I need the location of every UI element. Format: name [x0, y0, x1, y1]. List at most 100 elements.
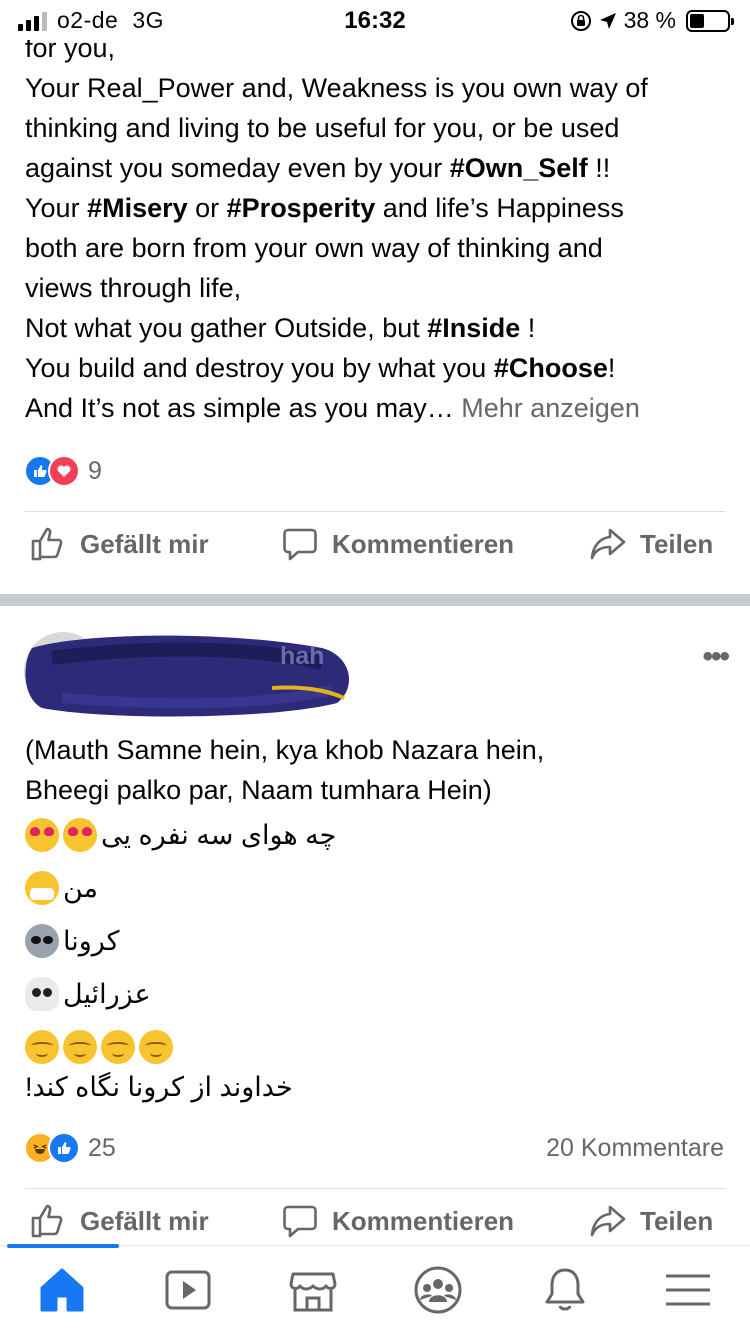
text-segment: Not what you gather Outside, but: [25, 313, 428, 343]
video-icon: [165, 1270, 211, 1310]
text-segment: You build and destroy you by what you: [25, 353, 494, 383]
share-button[interactable]: Teilen: [588, 1201, 713, 1241]
relieved-face-emoji-icon: [25, 1030, 59, 1064]
author-name-fragment: hah: [280, 642, 324, 670]
post2-persian-line: کرونا: [25, 924, 120, 958]
active-tab-indicator: [7, 1244, 119, 1248]
comment-button[interactable]: Kommentieren: [280, 1201, 514, 1241]
share-icon: [590, 528, 626, 560]
relieved-face-emoji-icon: [101, 1030, 135, 1064]
text-segment: Your: [25, 193, 88, 223]
face-mask-emoji-icon: [25, 871, 59, 905]
reaction-count: 9: [88, 456, 102, 485]
hashtag-inside[interactable]: #Inside: [427, 313, 520, 343]
like-label: Gefällt mir: [80, 1205, 209, 1236]
hashtag-choose[interactable]: #Choose: [494, 353, 608, 383]
hashtag-misery[interactable]: #Misery: [87, 193, 188, 223]
post2-persian-line: چه هوای سه نفره یی: [25, 818, 336, 852]
comment-icon: [283, 1205, 317, 1238]
persian-text: کرونا: [63, 925, 120, 956]
text-segment: !: [520, 313, 536, 343]
bell-icon: [545, 1268, 585, 1311]
persian-text: عزرائیل: [63, 978, 151, 1009]
status-bar: o2-de 3G 16:32 38 %: [0, 0, 750, 40]
post1-line: Not what you gather Outside, but #Inside…: [25, 308, 725, 348]
post1-text: for you, Your Real_Power and, Weakness i…: [25, 28, 725, 428]
like-button[interactable]: Gefällt mir: [28, 1201, 209, 1241]
divider: [25, 1188, 725, 1189]
post1-line: You build and destroy you by what you #C…: [25, 348, 725, 388]
status-right: 38 %: [570, 7, 734, 34]
hashtag-own-self[interactable]: #Own_Self: [450, 153, 588, 183]
text-segment: and life’s Happiness: [375, 193, 624, 223]
hashtag-prosperity[interactable]: #Prosperity: [227, 193, 376, 223]
groups-icon: [414, 1266, 462, 1314]
comment-icon: [283, 528, 317, 561]
thumbs-up-icon: [31, 1204, 63, 1238]
rotation-lock-icon: [570, 10, 591, 31]
post2-reactions[interactable]: 25: [24, 1132, 116, 1164]
comment-label: Kommentieren: [332, 1205, 515, 1236]
bottom-nav: [0, 1244, 750, 1334]
battery-percent: 38 %: [623, 7, 676, 33]
text-segment: And It’s not as simple as you may…: [25, 393, 454, 423]
love-reaction-icon: [48, 455, 80, 487]
menu-icon: [666, 1274, 710, 1306]
post1-line: thinking and living to be useful for you…: [25, 113, 620, 143]
comment-label: Kommentieren: [332, 528, 515, 559]
feed-separator: [0, 594, 750, 606]
skull-emoji-icon: [25, 977, 59, 1011]
comment-button[interactable]: Kommentieren: [280, 524, 514, 564]
like-reaction-icon: [48, 1132, 80, 1164]
like-label: Gefällt mir: [80, 528, 209, 559]
nav-groups[interactable]: [408, 1264, 468, 1316]
location-arrow-icon: [599, 12, 616, 29]
text-segment: or: [187, 193, 227, 223]
post1-line: And It’s not as simple as you may… Mehr …: [25, 388, 725, 428]
post1-line: Your Real_Power and, Weakness is you own…: [25, 73, 648, 103]
text-segment: !: [607, 353, 616, 383]
heart-eyes-emoji-icon: [25, 818, 59, 852]
marketplace-icon: [289, 1272, 337, 1312]
post1-actions: Gefällt mir Kommentieren Teilen: [0, 524, 750, 584]
post1-line: both are born from your own way of think…: [25, 233, 603, 263]
post2-emoji-line: [25, 1030, 177, 1064]
home-icon: [40, 1268, 84, 1312]
redaction-scribble: hah: [25, 635, 349, 717]
persian-text: من: [63, 872, 99, 903]
nav-menu[interactable]: [658, 1264, 718, 1316]
post1-reactions[interactable]: 9: [24, 455, 102, 487]
persian-text: خداوند از کرونا نگاه کند!: [25, 1072, 293, 1102]
battery-icon: [686, 9, 734, 32]
share-icon: [590, 1205, 626, 1237]
relieved-face-emoji-icon: [63, 1030, 97, 1064]
post2-line: Bheegi palko par, Naam tumhara Hein): [25, 775, 492, 805]
like-button[interactable]: Gefällt mir: [28, 524, 209, 564]
persian-text: چه هوای سه نفره یی: [101, 819, 337, 850]
alien-emoji-icon: [25, 924, 59, 958]
relieved-face-emoji-icon: [139, 1030, 173, 1064]
post2-persian-line: عزرائیل: [25, 977, 151, 1011]
nav-home[interactable]: [32, 1264, 92, 1316]
nav-video[interactable]: [158, 1264, 218, 1316]
post1-line: views through life,: [25, 273, 242, 303]
heart-eyes-emoji-icon: [63, 818, 97, 852]
share-button[interactable]: Teilen: [588, 524, 713, 564]
post2-persian-line: من: [25, 871, 98, 905]
post1-line: Your #Misery or #Prosperity and life’s H…: [25, 188, 725, 228]
text-segment: against you someday even by your: [25, 153, 450, 183]
post2-line: (Mauth Samne hein, kya khob Nazara hein,: [25, 735, 545, 765]
more-options-button[interactable]: •••: [702, 640, 729, 674]
reaction-count: 25: [88, 1133, 116, 1162]
text-segment: !!: [587, 153, 611, 183]
divider: [25, 511, 725, 512]
post1-line: against you someday even by your #Own_Se…: [25, 148, 725, 188]
post2-text: (Mauth Samne hein, kya khob Nazara hein,…: [25, 730, 725, 810]
thumbs-up-icon: [31, 527, 63, 561]
nav-notifications[interactable]: [535, 1264, 595, 1316]
nav-marketplace[interactable]: [283, 1264, 343, 1316]
comment-count-link[interactable]: 20 Kommentare: [546, 1134, 724, 1163]
share-label: Teilen: [640, 1205, 714, 1236]
share-label: Teilen: [640, 528, 714, 559]
see-more-link[interactable]: Mehr anzeigen: [461, 393, 640, 423]
